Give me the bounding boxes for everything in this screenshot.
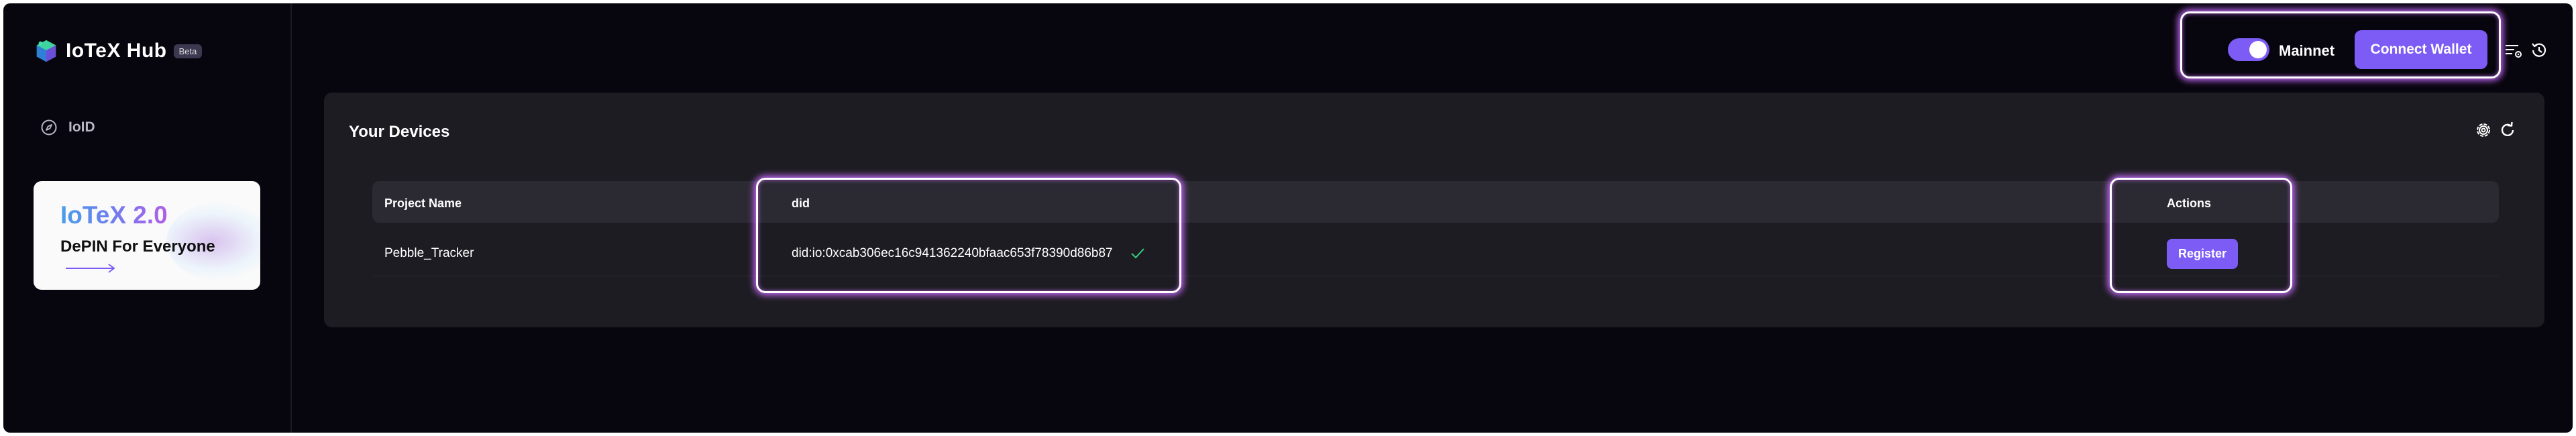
history-icon[interactable] [2529, 40, 2549, 60]
toggle-knob [2249, 41, 2267, 58]
card-title: Your Devices [349, 123, 450, 141]
sidebar-item-ioid[interactable]: IoID [40, 119, 95, 136]
did-highlight-box [756, 178, 1181, 293]
wallet-settings-icon[interactable] [2504, 40, 2524, 60]
connect-wallet-button[interactable]: Connect Wallet [2355, 30, 2487, 69]
refresh-icon[interactable] [2498, 120, 2518, 140]
network-label: Mainnet [2279, 42, 2335, 59]
settings-icon[interactable] [2473, 120, 2493, 140]
app-window: IoTeX Hub Beta IoID IoTeX 2.0 DePIN For … [3, 3, 2573, 433]
sidebar-item-label: IoID [68, 119, 95, 135]
promo-title: IoTeX 2.0 [60, 201, 168, 229]
compass-icon [41, 119, 57, 135]
brand-name: IoTeX Hub [66, 40, 167, 62]
brand-logo[interactable]: IoTeX Hub Beta [34, 38, 203, 64]
beta-badge: Beta [173, 44, 203, 58]
sidebar: IoTeX Hub Beta IoID IoTeX 2.0 DePIN For … [3, 3, 292, 433]
arrow-right-icon [66, 264, 115, 273]
iotex-logo-icon [36, 40, 56, 62]
actions-highlight-box [2110, 178, 2292, 293]
mainnet-toggle[interactable] [2228, 38, 2269, 61]
promo-banner[interactable]: IoTeX 2.0 DePIN For Everyone [34, 181, 260, 290]
promo-subtitle: DePIN For Everyone [60, 237, 215, 256]
column-header-project: Project Name [384, 197, 462, 210]
project-name-cell: Pebble_Tracker [384, 246, 474, 260]
